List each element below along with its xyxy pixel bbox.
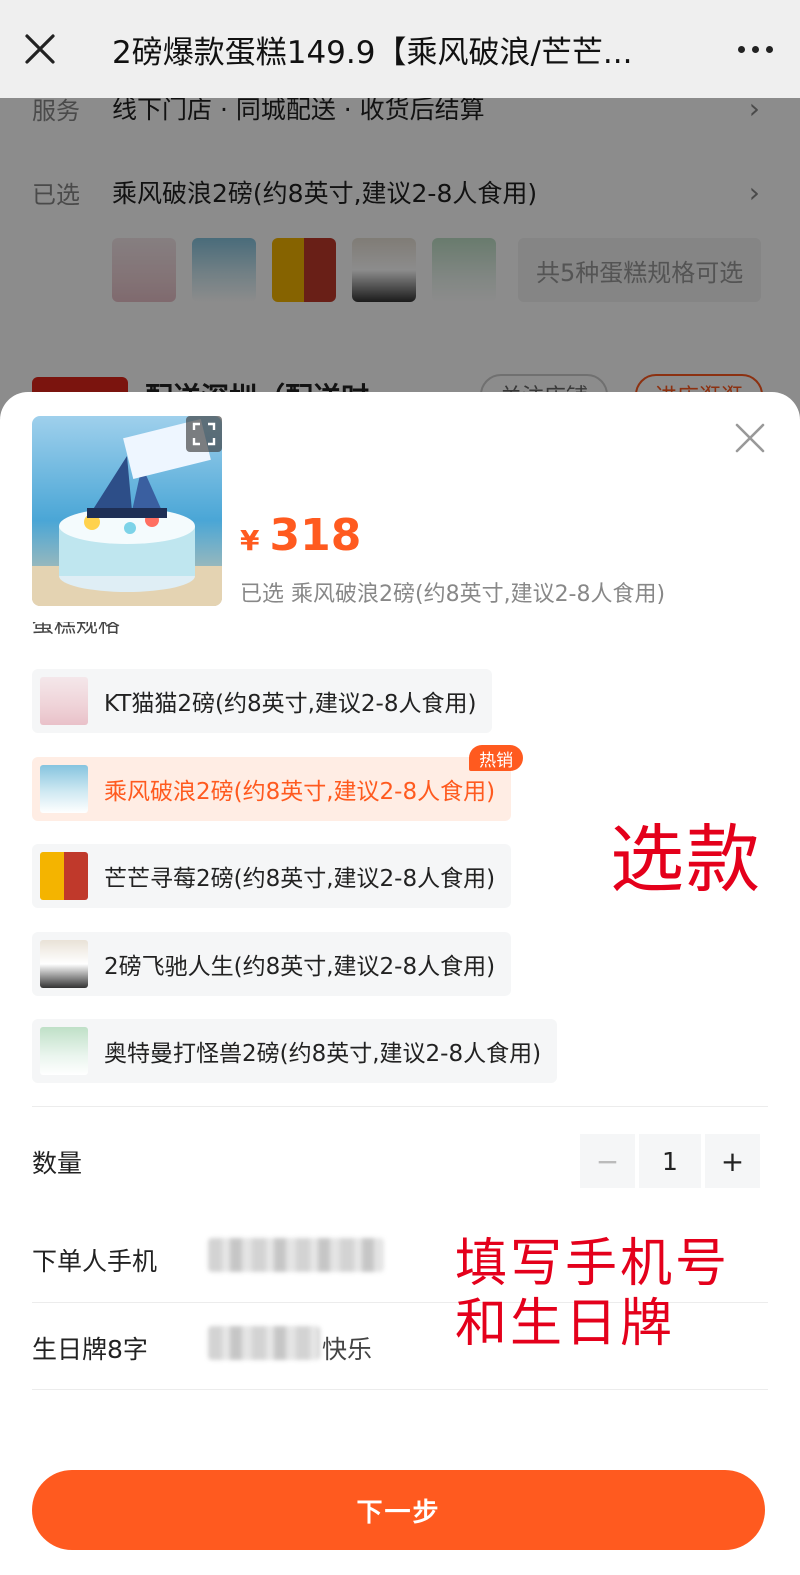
annotation-choose: 选款 <box>610 817 762 903</box>
spec-option-kt-cat[interactable]: KT猫猫2磅(约8英寸,建议2-8人食用) <box>32 669 493 733</box>
option-thumbnail <box>40 765 88 813</box>
sku-selection-sheet: ¥ 318 已选 乘风破浪2磅(约8英寸,建议2-8人食用) 蛋糕规格 KT猫猫… <box>0 392 800 1575</box>
section-title-spec: 蛋糕规格 <box>32 622 121 636</box>
annotation-line-2: 和生日牌 <box>455 1294 676 1354</box>
option-thumbnail <box>40 852 88 900</box>
phone-label: 下单人手机 <box>32 1247 158 1276</box>
spec-option-chengfeng[interactable]: 乘风破浪2磅(约8英寸,建议2-8人食用) 热销 <box>32 745 524 821</box>
option-label: KT猫猫2磅(约8英寸,建议2-8人食用) <box>104 691 477 717</box>
price: ¥ 318 <box>240 510 361 561</box>
more-options-icon[interactable] <box>710 0 800 98</box>
divider <box>32 1389 768 1390</box>
top-bar: 2磅爆款蛋糕149.9【乘风破浪/芒芒... <box>0 0 800 98</box>
expand-image-icon[interactable] <box>186 416 222 452</box>
option-label: 2磅飞驰人生(约8英寸,建议2-8人食用) <box>104 954 496 980</box>
plaque-field[interactable] <box>208 1326 320 1360</box>
currency-symbol: ¥ <box>240 524 260 557</box>
close-icon[interactable] <box>0 0 80 98</box>
phone-field[interactable] <box>208 1238 384 1272</box>
annotation-line-1: 填写手机号 <box>455 1234 731 1294</box>
option-label: 奥特曼打怪兽2磅(约8英寸,建议2-8人食用) <box>104 1041 542 1067</box>
next-step-button[interactable]: 下一步 <box>32 1470 765 1550</box>
hot-sale-badge: 热销 <box>469 745 524 771</box>
decrease-button[interactable]: − <box>580 1134 635 1188</box>
page-title: 2磅爆款蛋糕149.9【乘风破浪/芒芒... <box>112 34 633 71</box>
annotation-fill-info: 填写手机号 和生日牌 <box>455 1234 730 1354</box>
increase-button[interactable]: + <box>705 1134 760 1188</box>
plaque-label: 生日牌8字 <box>32 1335 148 1364</box>
quantity-value[interactable]: 1 <box>639 1134 701 1188</box>
sheet-close-icon[interactable] <box>728 416 772 460</box>
spec-option-mangmang[interactable]: 芒芒寻莓2磅(约8英寸,建议2-8人食用) <box>32 844 512 908</box>
option-label: 芒芒寻莓2磅(约8英寸,建议2-8人食用) <box>104 866 496 892</box>
option-label: 乘风破浪2磅(约8英寸,建议2-8人食用) <box>104 779 496 805</box>
spec-option-feichi[interactable]: 2磅飞驰人生(约8英寸,建议2-8人食用) <box>32 932 512 996</box>
divider <box>32 1106 768 1107</box>
price-amount: 318 <box>269 510 362 561</box>
selected-summary: 已选 乘风破浪2磅(约8英寸,建议2-8人食用) <box>240 582 666 607</box>
option-thumbnail <box>40 677 88 725</box>
quantity-stepper: − 1 + <box>580 1134 760 1188</box>
option-thumbnail <box>40 1027 88 1075</box>
plaque-text-suffix: 快乐 <box>322 1335 373 1364</box>
spec-option-ultraman[interactable]: 奥特曼打怪兽2磅(约8英寸,建议2-8人食用) <box>32 1019 558 1083</box>
option-thumbnail <box>40 940 88 988</box>
quantity-label: 数量 <box>32 1149 83 1178</box>
